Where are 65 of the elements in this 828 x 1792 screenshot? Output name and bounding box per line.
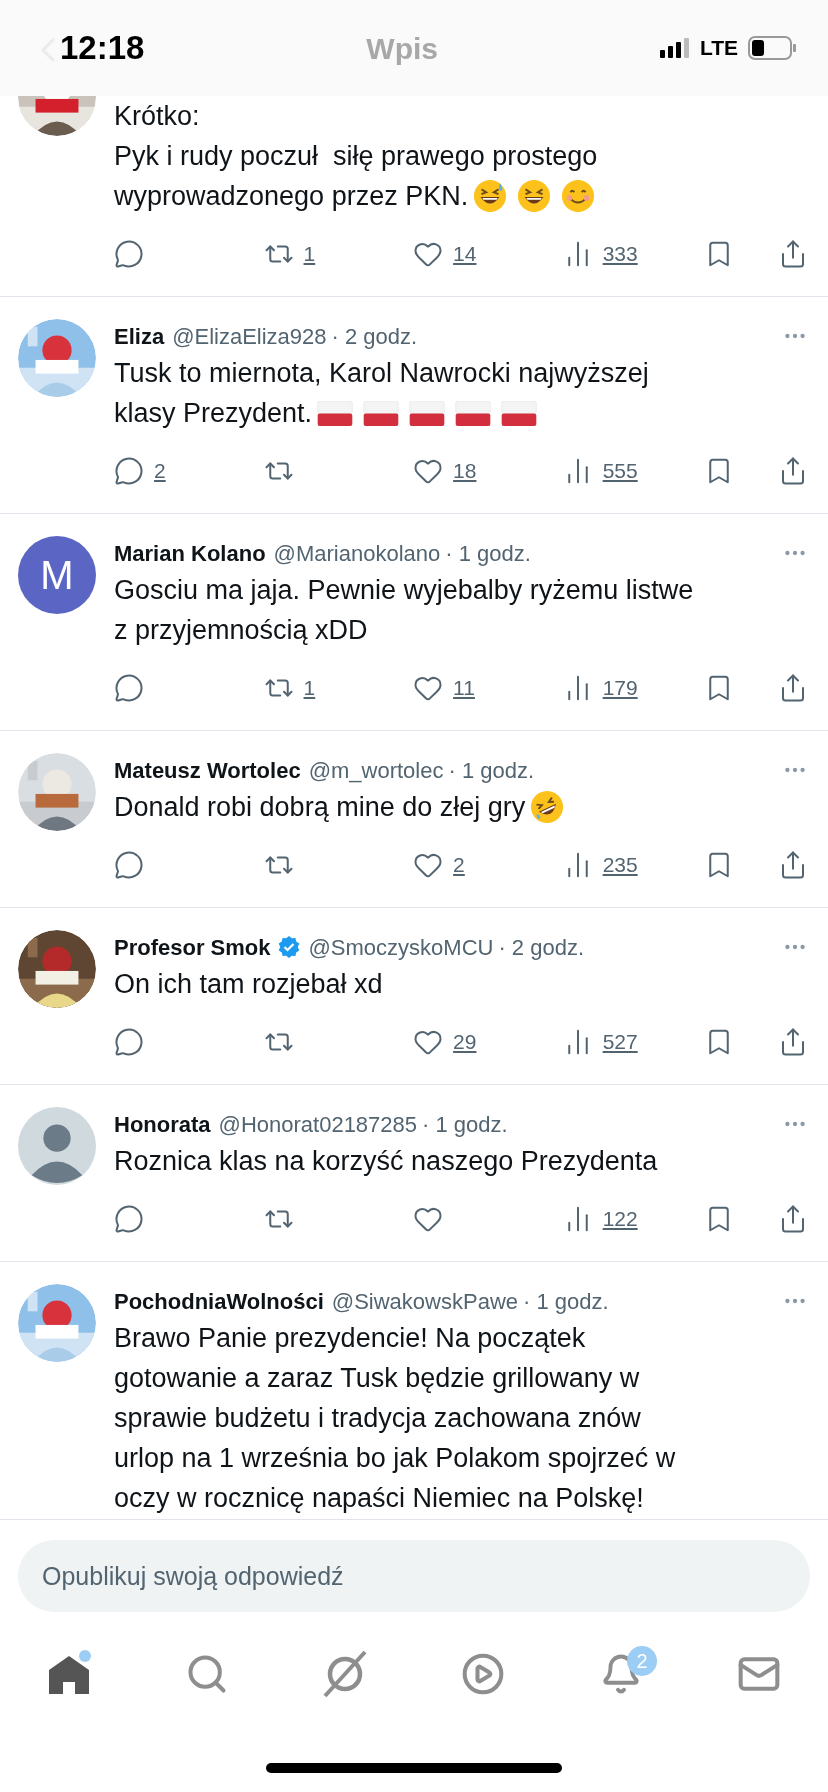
author-handle[interactable]: @SiwakowskPawe — [331, 1284, 518, 1318]
author-name[interactable]: Honorata — [114, 1107, 211, 1141]
like-count[interactable]: 11 — [453, 672, 475, 704]
post-time: · 1 godz. — [523, 1287, 609, 1316]
network-label: LTE — [699, 35, 738, 62]
post-text: Krótko: — [114, 100, 200, 133]
post-time: · 1 godz. — [448, 756, 535, 785]
slashed-circle-icon[interactable] — [323, 1650, 367, 1698]
author-handle[interactable]: @m_wortolec — [308, 753, 444, 787]
reply-icon[interactable] — [114, 1027, 144, 1057]
post-time: · 1 godz. — [445, 539, 531, 568]
post-text: Pyk i rudy poczuł siłę prawego prostego — [114, 140, 598, 173]
header-title: Wpis — [366, 30, 438, 67]
author-name[interactable]: Marian Kolano — [114, 536, 266, 570]
post-text: klasy Prezydent. — [114, 397, 313, 430]
avatar[interactable]: M — [18, 536, 96, 614]
reply-icon[interactable] — [114, 456, 144, 486]
author-name[interactable]: Mateusz Wortolec — [114, 753, 301, 787]
post-text: Roznica klas na korzyść naszego Prezydenta — [114, 1145, 658, 1178]
views-count[interactable]: 333 — [602, 238, 638, 270]
reply-icon[interactable] — [114, 673, 144, 703]
author-name[interactable]: Eliza — [114, 319, 165, 353]
author-name[interactable]: Profesor Smok — [114, 930, 271, 964]
author-handle[interactable]: @Honorat02187285 — [218, 1107, 418, 1141]
post-time: · 2 godz. — [331, 322, 418, 351]
reply-icon[interactable] — [114, 239, 144, 269]
post-text: Gosciu ma jaja. Pewnie wyjebalby ryżemu listwe — [114, 574, 694, 607]
post-text: On ich tam rozjebał xd — [114, 968, 383, 1001]
author-name[interactable]: PochodniaWolności — [114, 1284, 324, 1318]
retweet-count[interactable]: 1 — [303, 672, 316, 704]
post-text: urlop na 1 września bo jak Polakom spojrzeć w — [114, 1442, 676, 1475]
battery-icon — [748, 36, 796, 60]
reply-icon[interactable] — [114, 850, 144, 880]
post-text: wyprowadzonego przez PKN. — [114, 180, 469, 213]
reply-field[interactable]: Opublikuj swoją odpowiedź — [18, 1540, 810, 1612]
post-text: Tusk to miernota, Karol Nawrocki najwyższej — [114, 357, 649, 390]
signal-icon — [659, 38, 692, 58]
reply-icon[interactable] — [114, 1204, 144, 1234]
retweet-count[interactable]: 1 — [303, 238, 316, 270]
post-text: z przyjemnością xDD — [114, 614, 368, 647]
author-handle[interactable]: @SmoczyskoMCU — [308, 930, 494, 964]
post-text: Donald robi dobrą mine do złej gry — [114, 791, 526, 824]
post-time: · 1 godz. — [422, 1110, 508, 1139]
like-count[interactable]: 14 — [453, 238, 477, 270]
post-text: oczy w rocznicę napaści Niemiec na Polskę! — [114, 1482, 644, 1515]
like-count[interactable]: 18 — [453, 455, 477, 487]
author-handle[interactable]: @Marianokolano — [273, 536, 441, 570]
views-count[interactable]: 179 — [602, 672, 638, 704]
play-icon[interactable] — [461, 1652, 505, 1696]
status-time: 12:18 — [60, 28, 145, 69]
reply-count[interactable]: 2 — [154, 455, 166, 487]
notification-badge: 2 — [627, 1646, 657, 1676]
default-avatar-icon[interactable] — [18, 1107, 96, 1185]
views-count[interactable]: 122 — [602, 1203, 638, 1235]
views-count[interactable]: 555 — [602, 455, 638, 487]
post-time: · 2 godz. — [498, 933, 584, 962]
views-count[interactable]: 235 — [602, 849, 638, 881]
post-text: gotowanie a zaraz Tusk będzie grillowany w — [114, 1362, 640, 1395]
search-icon[interactable] — [185, 1652, 229, 1696]
post-text: sprawie budżetu i tradycja zachowana znów — [114, 1402, 641, 1435]
author-handle[interactable]: @ElizaEliza928 — [172, 319, 327, 353]
like-count[interactable]: 29 — [453, 1026, 477, 1058]
views-count[interactable]: 527 — [602, 1026, 638, 1058]
post-text: Brawo Panie prezydencie! Na początek — [114, 1322, 586, 1355]
like-count[interactable]: 2 — [453, 849, 465, 881]
